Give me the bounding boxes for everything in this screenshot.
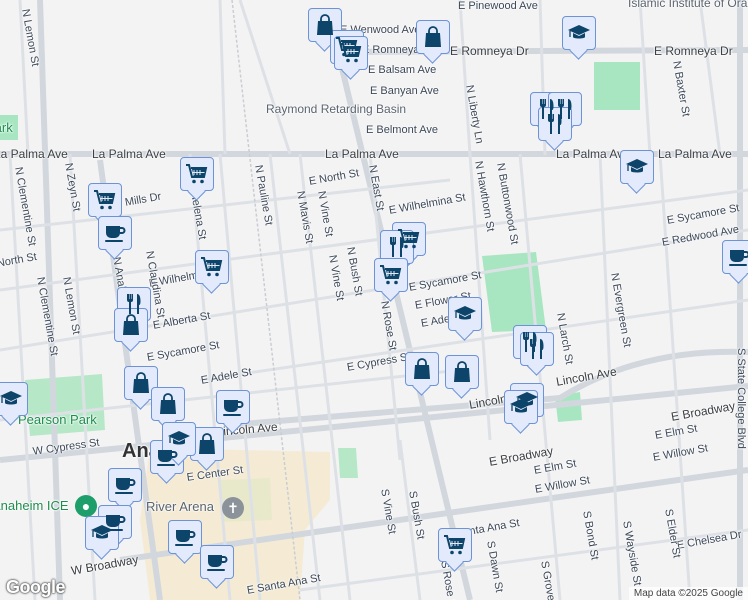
shopping-cart-icon: [200, 255, 224, 279]
shopping-cart-icon: [443, 533, 467, 557]
map-marker-shopping-cart[interactable]: [88, 183, 122, 217]
map-marker-restaurant[interactable]: [380, 230, 414, 264]
map-canvas[interactable]: Raymond Retarding Basin Islamic Institut…: [0, 0, 748, 600]
street-label: E Belmont Ave: [366, 124, 438, 136]
map-marker-graduation-cap[interactable]: [85, 516, 119, 550]
place-label: Raymond Retarding Basin: [266, 102, 407, 116]
map-marker-graduation-cap[interactable]: [0, 382, 28, 416]
map-marker-shopping-cart[interactable]: [438, 528, 472, 562]
coffee-icon: [173, 525, 197, 549]
shopping-bag-icon: [421, 25, 445, 49]
map-marker-graduation-cap[interactable]: [562, 16, 596, 50]
map-marker-shopping-bag[interactable]: [151, 387, 185, 421]
street-label: La Palma Ave: [0, 147, 68, 161]
coffee-icon: [205, 550, 229, 574]
map-marker-restaurant[interactable]: [538, 107, 572, 141]
map-marker-graduation-cap[interactable]: [504, 390, 538, 424]
cemetery-cross-icon[interactable]: ✝: [222, 497, 244, 519]
place-label[interactable]: Anaheim ICE: [0, 498, 69, 513]
map-marker-shopping-bag[interactable]: [190, 427, 224, 461]
map-marker-shopping-bag[interactable]: [124, 366, 158, 400]
shopping-cart-icon: [379, 263, 403, 287]
graduation-cap-icon: [0, 387, 23, 411]
coffee-icon: [221, 395, 245, 419]
map-marker-graduation-cap[interactable]: [620, 150, 654, 184]
place-label[interactable]: River Arena: [146, 500, 214, 514]
location-pin-icon[interactable]: ●: [75, 495, 97, 517]
coffee-icon: [113, 473, 137, 497]
street-label: S State College Blvd: [735, 348, 747, 449]
park-label[interactable]: Pearson Park: [18, 412, 97, 427]
street-label: La Palma Ave: [325, 147, 399, 161]
graduation-cap-icon: [567, 21, 591, 45]
map-marker-graduation-cap[interactable]: [448, 297, 482, 331]
coffee-icon: [103, 221, 127, 245]
map-marker-coffee[interactable]: [108, 468, 142, 502]
shopping-bag-icon: [129, 371, 153, 395]
street-label: E Balsam Ave: [368, 64, 437, 76]
place-label: Islamic Institute of Orange County: [628, 0, 748, 10]
park-label: Park: [0, 120, 13, 135]
shopping-bag-icon: [410, 357, 434, 381]
street-label: E Romneya Dr: [654, 44, 733, 58]
graduation-cap-icon: [453, 302, 477, 326]
map-marker-shopping-bag[interactable]: [445, 355, 479, 389]
graduation-cap-icon: [509, 395, 533, 419]
shopping-cart-icon: [93, 188, 117, 212]
map-marker-shopping-bag[interactable]: [416, 20, 450, 54]
street-label: E Pinewood Ave: [458, 0, 538, 12]
map-marker-restaurant[interactable]: [520, 332, 554, 366]
shopping-bag-icon: [450, 360, 474, 384]
shopping-bag-icon: [313, 13, 337, 37]
graduation-cap-icon: [625, 155, 649, 179]
shopping-cart-icon: [185, 162, 209, 186]
map-marker-coffee[interactable]: [200, 545, 234, 579]
map-marker-shopping-cart[interactable]: [374, 258, 408, 292]
street-label: La Palma Ave: [92, 147, 166, 161]
google-logo: Google: [6, 577, 66, 597]
shopping-bag-icon: [156, 392, 180, 416]
map-marker-coffee[interactable]: [722, 240, 748, 274]
restaurant-icon: [385, 235, 409, 259]
map-marker-shopping-cart[interactable]: [195, 250, 229, 284]
graduation-cap-icon: [90, 521, 114, 545]
map-marker-coffee[interactable]: [168, 520, 202, 554]
map-marker-graduation-cap[interactable]: [162, 422, 196, 456]
coffee-icon: [727, 245, 748, 269]
restaurant-icon: [543, 112, 567, 136]
shopping-cart-icon: [339, 41, 363, 65]
restaurant-icon: [525, 337, 549, 361]
map-marker-shopping-cart[interactable]: [334, 36, 368, 70]
street-label: La Palma Ave: [556, 147, 630, 161]
map-marker-coffee[interactable]: [98, 216, 132, 250]
map-attribution[interactable]: Map data ©2025 Google: [628, 587, 748, 600]
street-label: La Palma Ave: [658, 147, 732, 161]
map-marker-shopping-bag[interactable]: [114, 308, 148, 342]
shopping-bag-icon: [195, 432, 219, 456]
map-marker-coffee[interactable]: [216, 390, 250, 424]
street-label: E Banyan Ave: [370, 85, 439, 97]
map-marker-shopping-cart[interactable]: [180, 157, 214, 191]
map-marker-shopping-bag[interactable]: [405, 352, 439, 386]
shopping-bag-icon: [119, 313, 143, 337]
graduation-cap-icon: [167, 427, 191, 451]
street-label: E Romneya Dr: [450, 44, 529, 58]
